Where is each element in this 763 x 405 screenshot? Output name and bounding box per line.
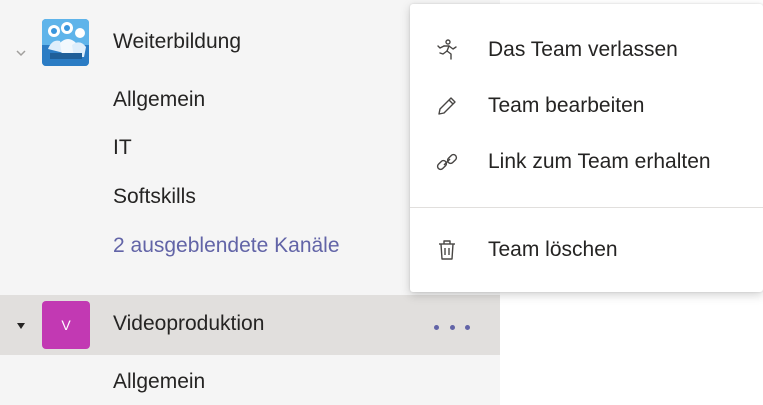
trash-icon [434,237,460,263]
menu-item-leave-team[interactable]: Das Team verlassen [410,22,763,78]
team-avatar-people-meeting-icon [42,19,89,66]
channel-allgemein[interactable]: Allgemein [113,88,205,112]
team-avatar-letter: V [61,317,71,333]
channel-softskills[interactable]: Softskills [113,185,196,209]
chevron-down-icon[interactable] [16,48,26,58]
menu-item-label: Team bearbeiten [488,94,645,117]
team-name: Videoproduktion [113,312,265,335]
menu-item-label: Das Team verlassen [488,38,678,61]
menu-item-label: Team löschen [488,238,618,261]
channel-it[interactable]: IT [113,136,132,160]
menu-item-label: Link zum Team erhalten [488,150,711,173]
team-row-videoproduktion[interactable]: V Videoproduktion [0,295,500,355]
menu-item-get-link[interactable]: Link zum Team erhalten [410,134,763,190]
channel-allgemein[interactable]: Allgemein [113,370,205,394]
link-icon [434,149,460,175]
team-name: Weiterbildung [113,30,242,53]
dot [449,324,455,330]
menu-divider [410,207,763,208]
pencil-icon [434,93,460,119]
dot [465,324,470,330]
menu-item-edit-team[interactable]: Team bearbeiten [410,78,763,134]
team-context-menu: Das Team verlassen Team bearbeiten Link … [410,4,763,292]
team-avatar: V [42,301,90,349]
teams-screen: Weiterbildung Allgemein IT Softskills 2 … [0,0,763,405]
menu-item-delete-team[interactable]: Team löschen [410,222,763,278]
hidden-channels-link[interactable]: 2 ausgeblendete Kanäle [113,234,340,258]
dot [434,324,439,330]
more-options-icon[interactable] [434,318,470,336]
leave-team-icon [434,37,460,63]
chevron-down-icon[interactable] [16,321,26,331]
